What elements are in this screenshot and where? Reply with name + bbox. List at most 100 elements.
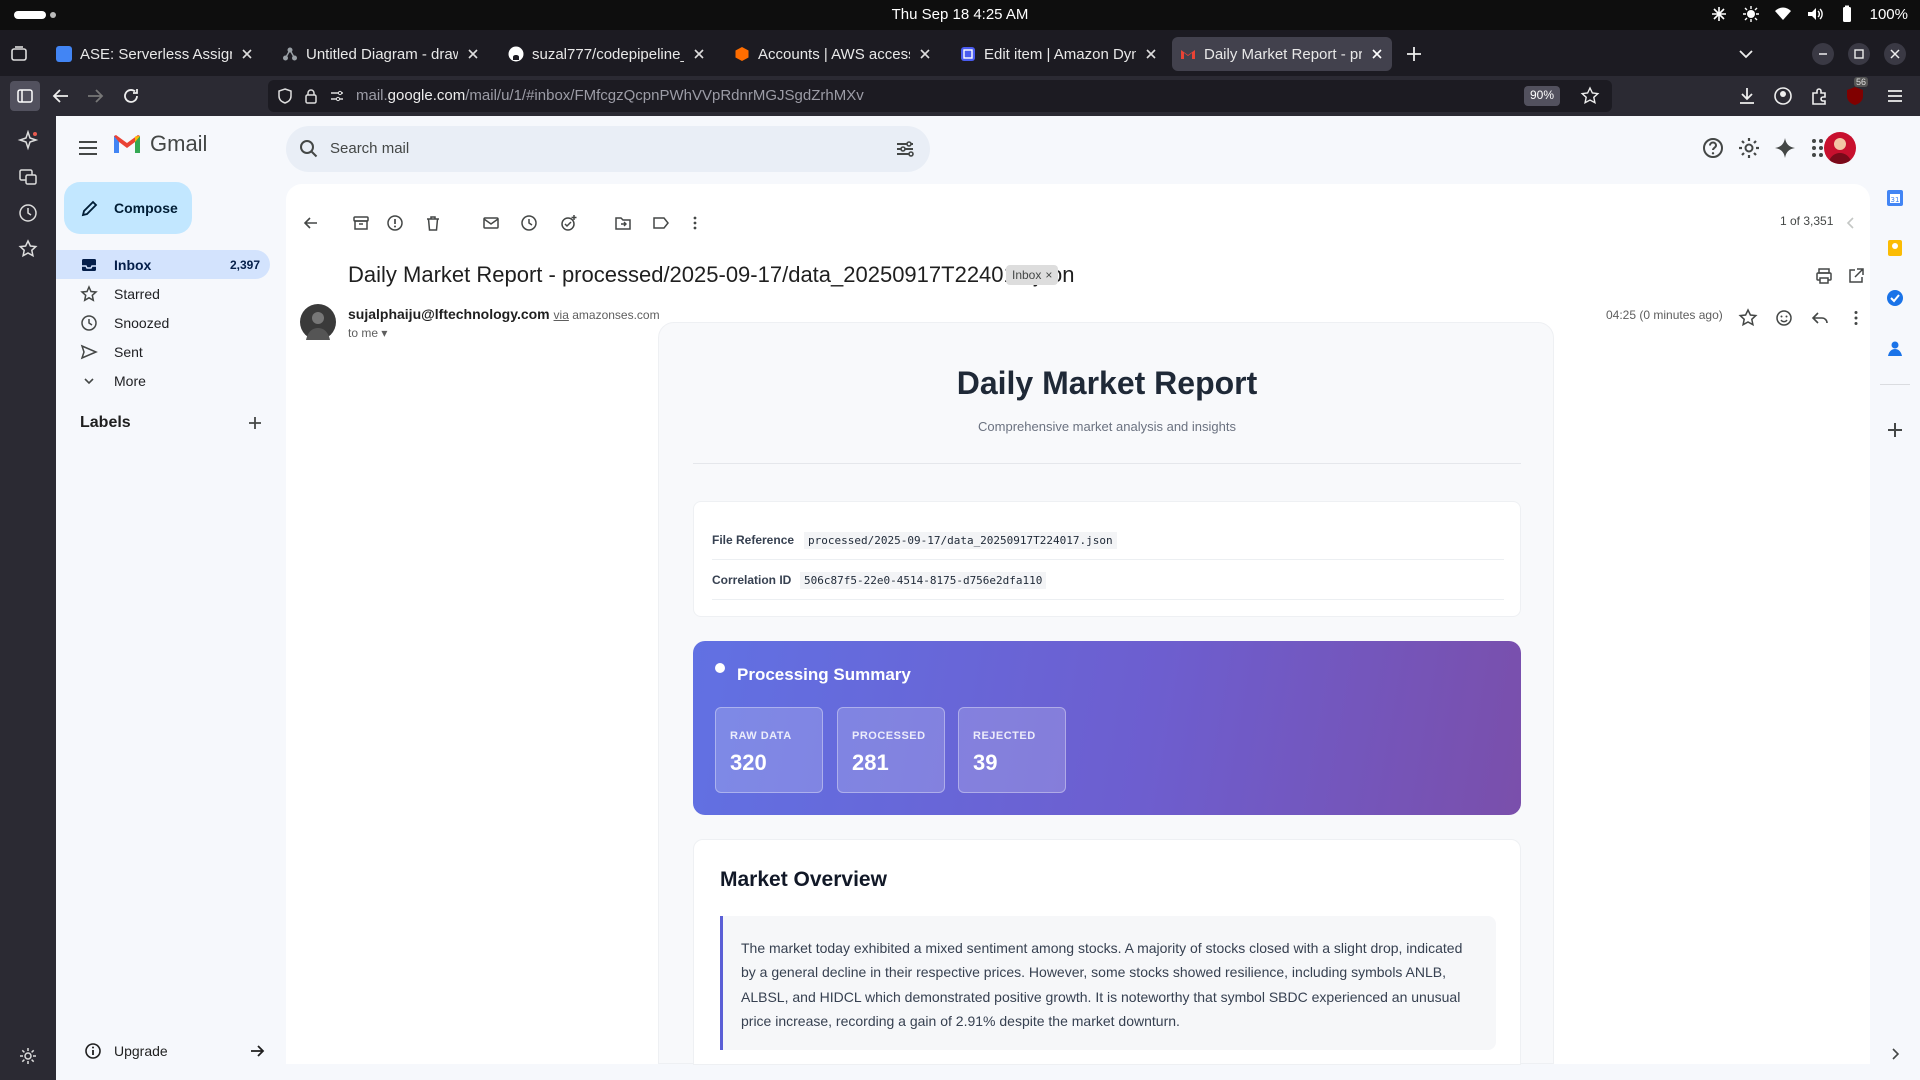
add-reaction-emoji-icon[interactable] — [1774, 308, 1794, 328]
main-menu-icon[interactable] — [76, 136, 100, 160]
aws-favicon-icon — [735, 47, 749, 61]
compose-button[interactable]: Compose — [64, 182, 192, 234]
search-input[interactable]: Search mail — [330, 140, 409, 157]
calendar-icon[interactable]: 31 — [1885, 188, 1905, 208]
contacts-icon[interactable] — [1885, 338, 1905, 358]
sender-avatar[interactable] — [300, 304, 336, 340]
downloads-icon[interactable] — [1736, 85, 1758, 107]
account-icon[interactable] — [1772, 85, 1794, 107]
browser-tab-1[interactable]: ASE: Serverless Assignme — [48, 37, 262, 71]
nav-item-snoozed[interactable]: Snoozed — [56, 308, 270, 337]
nav-item-more[interactable]: More — [56, 366, 270, 395]
inbox-unread-count: 2,397 — [229, 257, 260, 272]
search-icon[interactable] — [298, 138, 320, 160]
close-tab-icon[interactable] — [240, 47, 254, 61]
archive-icon[interactable] — [352, 214, 370, 232]
message-more-vertical-icon[interactable] — [1846, 308, 1866, 328]
os-clock[interactable]: Thu Sep 18 4:25 AM — [0, 6, 1920, 23]
browser-tab-6-active[interactable]: Daily Market Report - pro — [1172, 37, 1392, 71]
tracking-protection-shield-icon[interactable] — [276, 87, 294, 105]
brightness-icon[interactable] — [1742, 5, 1760, 23]
delete-trash-icon[interactable] — [424, 214, 442, 232]
browser-tab-3[interactable]: suzal777/codepipeline_te — [500, 37, 714, 71]
gmail-logo[interactable]: Gmail — [112, 131, 207, 157]
app-menu-hamburger-icon[interactable] — [1884, 85, 1906, 107]
newer-chevron-left-icon[interactable] — [1842, 214, 1860, 232]
move-to-folder-icon[interactable] — [614, 214, 632, 232]
back-to-inbox-arrow-icon[interactable] — [302, 214, 320, 232]
rail-divider — [1880, 384, 1910, 385]
zoom-level-badge[interactable]: 90% — [1523, 86, 1560, 106]
account-avatar[interactable] — [1824, 132, 1856, 164]
mark-unread-envelope-icon[interactable] — [482, 214, 500, 232]
recipient-details-toggle[interactable]: to me ▾ — [348, 326, 387, 340]
add-to-tasks-icon[interactable] — [560, 214, 578, 232]
back-arrow-icon[interactable] — [50, 85, 72, 107]
system-tray[interactable]: 100% — [1710, 5, 1908, 23]
get-add-ons-plus-icon[interactable] — [1885, 420, 1905, 440]
forward-arrow-icon[interactable] — [84, 85, 106, 107]
reload-icon[interactable] — [120, 85, 142, 107]
print-all-icon[interactable] — [1814, 266, 1834, 286]
label-tag-icon[interactable] — [652, 214, 670, 232]
volume-icon[interactable] — [1806, 5, 1824, 23]
snooze-clock-icon[interactable] — [520, 214, 538, 232]
search-options-filter-icon[interactable] — [894, 138, 916, 160]
synced-tabs-icon[interactable] — [17, 166, 39, 188]
wifi-icon[interactable] — [1774, 5, 1792, 23]
more-vertical-icon[interactable] — [686, 214, 704, 232]
new-tab-icon[interactable] — [1404, 44, 1424, 64]
inbox-label-chip[interactable]: Inbox × — [1006, 265, 1059, 285]
permissions-icon[interactable] — [328, 87, 346, 105]
nav-label: More — [114, 372, 146, 389]
browser-tab-4[interactable]: Accounts | AWS access po — [726, 37, 940, 71]
url-text[interactable]: mail.google.com/mail/u/1/#inbox/FMfcgzQc… — [356, 87, 864, 104]
reply-arrow-icon[interactable] — [1810, 308, 1830, 328]
tasks-icon[interactable] — [1885, 288, 1905, 308]
tab-overview-icon[interactable] — [10, 45, 28, 63]
support-help-icon[interactable] — [1700, 135, 1726, 161]
browser-tab-2[interactable]: Untitled Diagram - draw.i — [274, 37, 488, 71]
clock-icon — [81, 314, 97, 331]
close-tab-icon[interactable] — [692, 47, 706, 61]
open-in-new-window-icon[interactable] — [1846, 266, 1866, 286]
stat-label: PROCESSED — [852, 730, 926, 742]
close-tab-icon[interactable] — [1144, 47, 1158, 61]
close-tab-icon[interactable] — [466, 47, 480, 61]
settings-gear-icon[interactable] — [1736, 135, 1762, 161]
ai-chatbot-sparkle-icon[interactable] — [17, 130, 39, 152]
window-minimize-button[interactable] — [1812, 43, 1834, 65]
via-link[interactable]: via — [554, 308, 569, 322]
window-close-button[interactable] — [1884, 43, 1906, 65]
lock-icon[interactable] — [302, 87, 320, 105]
report-spam-icon[interactable] — [386, 214, 404, 232]
nav-item-sent[interactable]: Sent — [56, 337, 270, 366]
list-all-tabs-chevron-down-icon[interactable] — [1736, 44, 1756, 64]
network-settings-icon[interactable] — [1710, 5, 1728, 23]
remove-label-x-icon[interactable]: × — [1045, 268, 1052, 282]
extensions-puzzle-icon[interactable] — [1808, 85, 1830, 107]
search-bar[interactable]: Search mail — [286, 126, 930, 172]
keep-notes-icon[interactable] — [1885, 238, 1905, 258]
browser-tab-5[interactable]: Edit item | Amazon Dynar — [952, 37, 1166, 71]
battery-icon[interactable] — [1838, 5, 1856, 23]
address-bar[interactable]: mail.google.com/mail/u/1/#inbox/FMfcgzQc… — [268, 80, 1612, 112]
window-restore-button[interactable] — [1848, 43, 1870, 65]
extension-button[interactable]: 56 — [1844, 77, 1869, 107]
sender-email[interactable]: sujalphaiju@lftechnology.com via amazons… — [348, 306, 660, 322]
bookmarks-star-icon[interactable] — [17, 238, 39, 260]
gemini-sparkle-icon[interactable] — [1772, 135, 1798, 161]
create-label-plus-icon[interactable] — [246, 414, 264, 432]
star-message-icon[interactable] — [1738, 308, 1758, 328]
history-clock-icon[interactable] — [17, 202, 39, 224]
nav-item-inbox[interactable]: Inbox 2,397 — [56, 250, 270, 279]
sidebar-toggle-button[interactable] — [10, 81, 40, 111]
bookmark-star-icon[interactable] — [1580, 86, 1600, 106]
hide-side-panel-chevron-right-icon[interactable] — [1887, 1046, 1903, 1062]
close-tab-icon[interactable] — [1370, 47, 1384, 61]
close-tab-icon[interactable] — [918, 47, 932, 61]
chevron-down-icon — [84, 377, 94, 384]
nav-item-starred[interactable]: Starred — [56, 279, 270, 308]
upgrade-button[interactable]: Upgrade — [72, 1036, 278, 1066]
customize-sidebar-gear-icon[interactable] — [19, 1047, 37, 1065]
